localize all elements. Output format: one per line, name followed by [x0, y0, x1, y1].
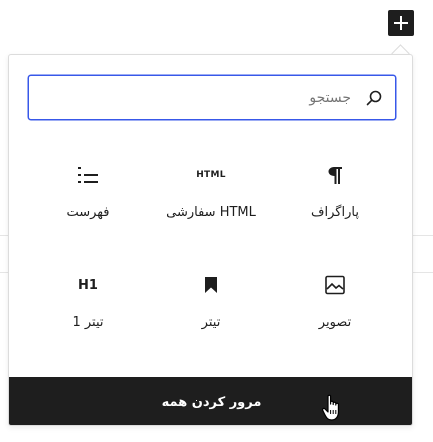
bookmark-icon [191, 273, 231, 297]
search-icon [366, 90, 382, 106]
block-heading-1[interactable]: H1 تیتر 1 [33, 261, 143, 351]
search-field[interactable] [28, 75, 396, 120]
html-icon-text: HTML [196, 170, 226, 180]
block-label: تصویر [318, 315, 352, 330]
block-paragraph[interactable]: پاراگراف [280, 151, 390, 241]
block-label: تیتر 1 [72, 315, 104, 330]
block-label: تیتر [201, 315, 221, 330]
search-input[interactable] [29, 76, 395, 119]
block-list[interactable]: فهرست [33, 151, 143, 241]
block-label: پاراگراف [311, 205, 359, 220]
html-icon: HTML [191, 163, 231, 187]
block-inserter-popover: پاراگراف HTML HTML سفارشی فهرست تصویر [8, 54, 413, 426]
heading-icon: H1 [68, 273, 108, 297]
editor-divider [413, 235, 433, 236]
hand-cursor-icon [322, 394, 339, 421]
block-image[interactable]: تصویر [280, 261, 390, 351]
block-custom-html[interactable]: HTML HTML سفارشی [156, 151, 266, 241]
block-heading[interactable]: تیتر [156, 261, 266, 351]
block-label: فهرست [66, 205, 110, 220]
plus-icon [394, 16, 408, 30]
editor-divider [0, 272, 8, 273]
image-icon [315, 273, 355, 297]
browse-all-button[interactable]: مرور کردن همه [9, 377, 412, 425]
paragraph-icon [315, 163, 355, 187]
editor-divider [413, 272, 433, 273]
list-icon [68, 163, 108, 187]
block-label: HTML سفارشی [166, 205, 256, 220]
heading-icon-text: H1 [78, 277, 98, 293]
editor-divider [0, 235, 8, 236]
add-block-button[interactable] [388, 10, 414, 36]
